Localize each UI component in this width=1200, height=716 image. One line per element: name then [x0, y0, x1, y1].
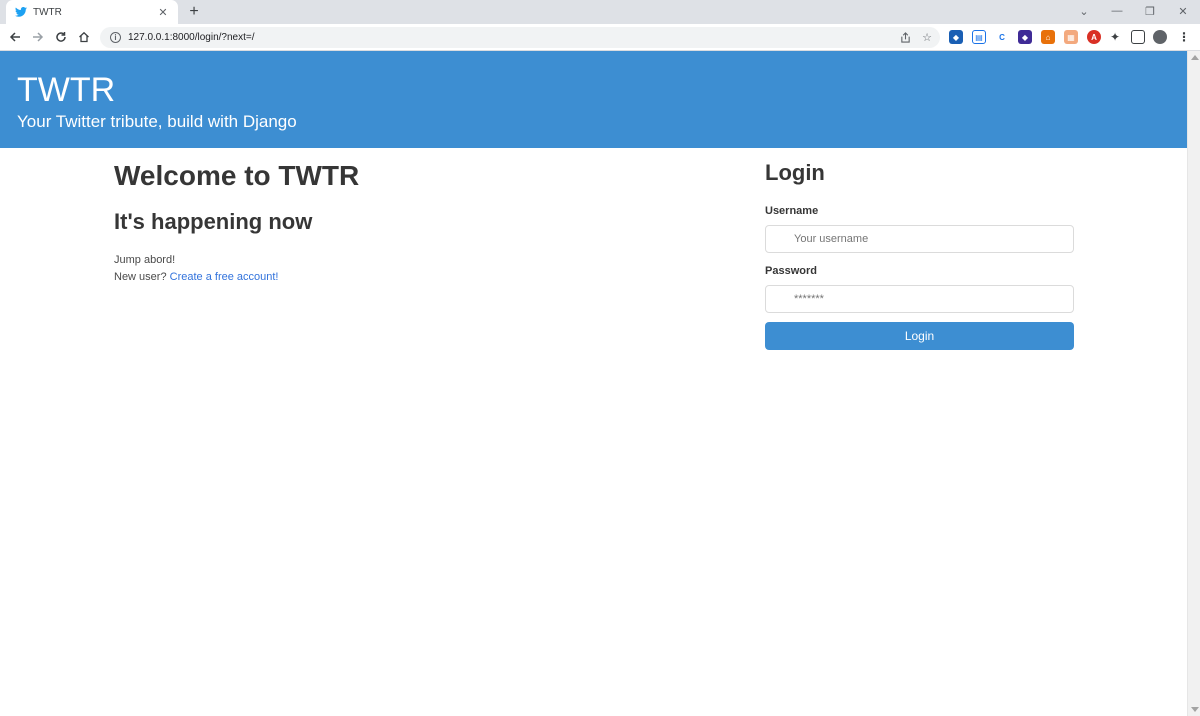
- extension-purple-icon[interactable]: ◆: [1018, 30, 1032, 44]
- bookmark-star-icon[interactable]: ☆: [918, 27, 936, 48]
- login-button[interactable]: Login: [765, 322, 1074, 350]
- tab-search-icon[interactable]: ⌄: [1074, 2, 1094, 20]
- welcome-subtitle: It's happening now: [114, 209, 313, 234]
- welcome-title: Welcome to TWTR: [114, 160, 360, 191]
- password-input[interactable]: [765, 285, 1074, 313]
- extension-c-icon[interactable]: C: [995, 30, 1009, 44]
- share-icon[interactable]: [896, 27, 914, 48]
- twitter-bird-icon: [15, 6, 27, 18]
- close-window-button[interactable]: ✕: [1173, 2, 1193, 20]
- forward-icon[interactable]: [28, 27, 48, 47]
- browser-menu-icon[interactable]: ⋮: [1177, 30, 1191, 44]
- create-account-link[interactable]: Create a free account!: [170, 271, 279, 283]
- profile-avatar[interactable]: [1153, 30, 1167, 44]
- home-icon[interactable]: [74, 27, 94, 47]
- extension-icon[interactable]: ▤: [972, 30, 986, 44]
- minimize-button[interactable]: —: [1107, 2, 1127, 20]
- username-label: Username: [765, 205, 819, 217]
- browser-tab[interactable]: TWTR ✕: [6, 0, 178, 24]
- adblock-icon[interactable]: A: [1087, 30, 1101, 44]
- tab-title: TWTR: [33, 6, 62, 18]
- site-info-icon[interactable]: i: [110, 32, 121, 43]
- extensions-puzzle-icon[interactable]: ✦: [1108, 30, 1122, 44]
- page-scrollbar[interactable]: [1187, 51, 1200, 716]
- password-label: Password: [765, 265, 817, 277]
- browser-toolbar: i 127.0.0.1:8000/login/?next=/ ☆ ◆ ▤ C ◆…: [0, 24, 1200, 51]
- reload-icon[interactable]: [51, 27, 71, 47]
- new-user-prefix: New user?: [114, 271, 170, 283]
- scroll-down-icon[interactable]: [1191, 707, 1199, 712]
- extension-image-icon[interactable]: ▦: [1064, 30, 1078, 44]
- new-tab-button[interactable]: +: [184, 2, 204, 22]
- site-header: TWTR Your Twitter tribute, build with Dj…: [0, 51, 1187, 148]
- site-tagline: Your Twitter tribute, build with Django: [17, 112, 297, 131]
- scroll-up-icon[interactable]: [1191, 55, 1199, 60]
- new-user-line: New user? Create a free account!: [114, 271, 278, 283]
- address-bar[interactable]: i 127.0.0.1:8000/login/?next=/ ☆: [100, 27, 940, 48]
- side-panel-icon[interactable]: [1131, 30, 1145, 44]
- login-title: Login: [765, 160, 825, 185]
- restore-button[interactable]: ❐: [1140, 2, 1160, 20]
- browser-tab-bar: TWTR ✕ + ⌄ — ❐ ✕: [0, 0, 1200, 24]
- close-tab-icon[interactable]: ✕: [156, 5, 170, 19]
- back-icon[interactable]: [5, 27, 25, 47]
- site-brand[interactable]: TWTR: [17, 71, 115, 110]
- extension-orange-icon[interactable]: ⌂: [1041, 30, 1055, 44]
- bitwarden-extension-icon[interactable]: ◆: [949, 30, 963, 44]
- username-input[interactable]: [765, 225, 1074, 253]
- jump-text: Jump abord!: [114, 254, 176, 266]
- url-text: 127.0.0.1:8000/login/?next=/: [128, 32, 255, 43]
